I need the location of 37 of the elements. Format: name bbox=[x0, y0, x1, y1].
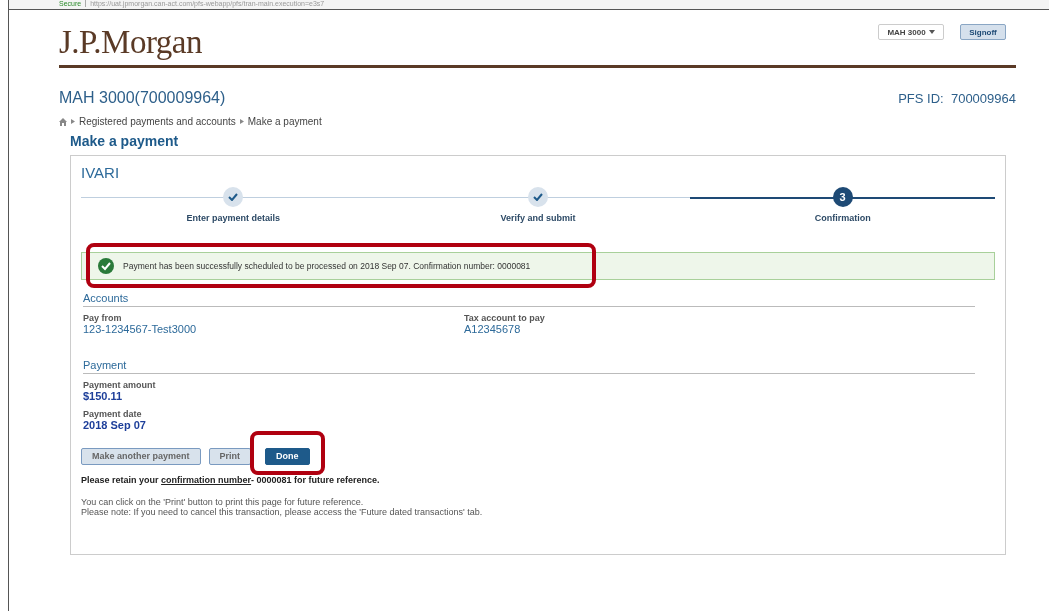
step-label: Enter payment details bbox=[186, 213, 281, 223]
caret-icon bbox=[928, 30, 935, 34]
field-link[interactable]: 123-1234567-Test3000 bbox=[83, 323, 464, 335]
step-label: Verify and submit bbox=[500, 213, 576, 223]
action-button[interactable]: Print bbox=[208, 447, 252, 465]
retain-notice: Please retain your confirmation number- 0000081 for future reference. bbox=[81, 474, 381, 485]
chevron-icon bbox=[71, 119, 75, 124]
signoff-button[interactable]: Signoff bbox=[960, 24, 1006, 40]
check-icon bbox=[533, 193, 543, 201]
section-title: Accounts bbox=[83, 292, 975, 307]
field-value: 2018 Sep 07 bbox=[83, 419, 147, 431]
field-label: Pay from bbox=[83, 313, 123, 323]
field-label: Tax account to pay bbox=[464, 313, 546, 323]
field-label: Payment date bbox=[83, 409, 143, 419]
section-title: Payment bbox=[83, 359, 975, 374]
alert-message: Payment has been successfully scheduled to be processed on 2018 Sep 07. Confirmation number: 0000081 bbox=[123, 261, 531, 271]
pfs-id: PFS ID: 700009964 bbox=[898, 91, 1016, 107]
field-value: $150.11 bbox=[83, 390, 124, 402]
breadcrumb-item: Make a payment bbox=[247, 116, 322, 127]
check-icon bbox=[228, 193, 239, 201]
action-button[interactable]: Make another payment bbox=[81, 447, 201, 465]
home-icon[interactable] bbox=[59, 117, 67, 126]
check-circle-icon bbox=[98, 258, 114, 274]
note-text: Please note: If you need to cancel this transaction, please access the 'Future dated transactions' tab. bbox=[81, 506, 484, 517]
user-menu-dropdown[interactable]: MAH 3000 bbox=[878, 24, 944, 40]
step-label: Confirmation bbox=[814, 213, 871, 223]
breadcrumb-item[interactable]: Registered payments and accounts bbox=[79, 116, 236, 127]
field-link[interactable]: A12345678 bbox=[464, 323, 975, 335]
field-label: Payment amount bbox=[83, 380, 157, 390]
card-title: IVARI bbox=[81, 164, 121, 181]
page-title: Make a payment bbox=[70, 133, 180, 149]
step-indicator: 3 bbox=[832, 187, 853, 207]
action-button[interactable]: Done bbox=[265, 447, 310, 465]
logo: J.P.Morgan bbox=[59, 24, 202, 61]
account-title: MAH 3000(700009964) bbox=[59, 89, 226, 107]
chevron-icon bbox=[239, 119, 244, 124]
note-text: You can click on the 'Print' button to print this page for future reference. bbox=[81, 496, 365, 507]
